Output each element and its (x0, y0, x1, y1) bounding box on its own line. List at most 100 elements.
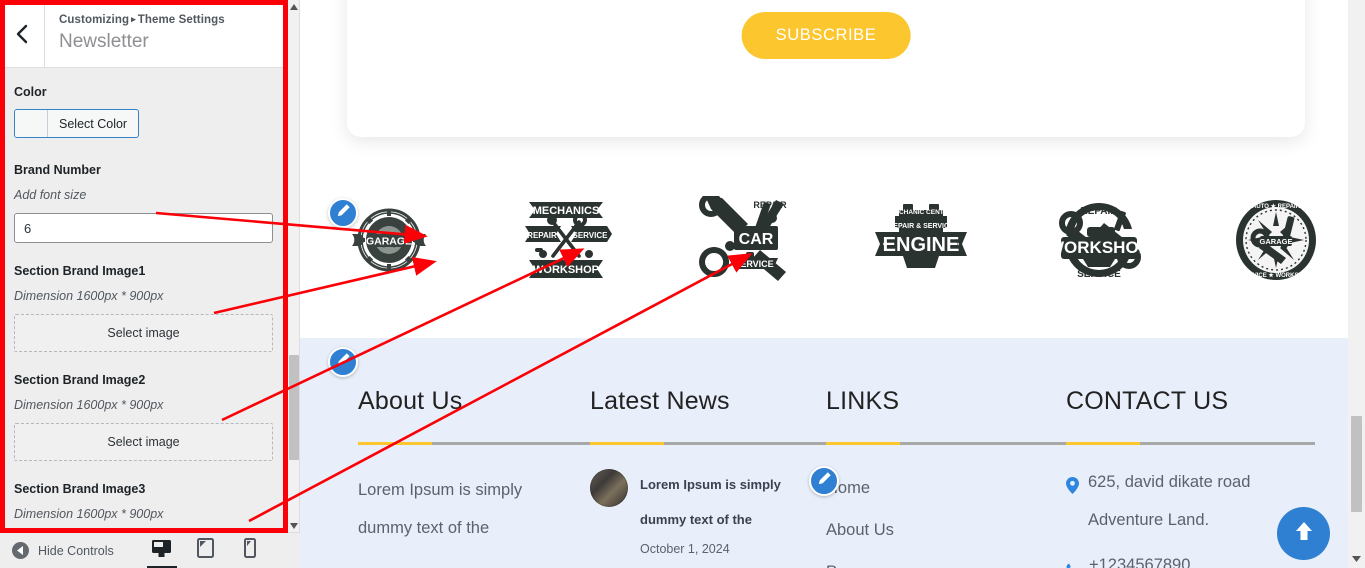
arrow-up-icon (1291, 518, 1317, 549)
control-description: Dimension 1600px * 900px (14, 398, 164, 412)
select-image-button-1[interactable]: Select image (14, 314, 273, 352)
footer-heading-underline (590, 442, 826, 445)
site-preview-frame: SUBSCRIBE GARAGE MECHANICS REPAIR SERVIC… (300, 0, 1365, 568)
svg-text:WORKSHOP: WORKSHOP (533, 264, 599, 276)
control-color: Color Select Color (14, 84, 274, 142)
svg-text:GARAGE: GARAGE (366, 236, 412, 248)
footer-column-links: LINKS Home About Us Pages (826, 386, 1066, 568)
back-button[interactable] (0, 0, 45, 68)
scroll-up-arrow-icon[interactable] (288, 0, 300, 13)
footer-heading-contact: CONTACT US (1066, 387, 1229, 415)
svg-text:MECHANICS: MECHANICS (533, 205, 600, 217)
device-mobile-button[interactable] (239, 538, 261, 564)
news-list-item[interactable]: Lorem Ipsum is simply dummy text of the … (590, 467, 826, 561)
edit-brands-section-button[interactable] (328, 198, 358, 228)
breadcrumb-current: Theme Settings (137, 14, 225, 26)
hide-controls-label: Hide Controls (38, 543, 114, 558)
news-title-line-2[interactable]: dummy text of the (640, 502, 800, 537)
footer-heading-underline (358, 442, 590, 445)
control-description: Dimension 1600px * 900px (14, 289, 164, 303)
edit-footer-section-button[interactable] (328, 347, 358, 377)
preview-scrollbar[interactable] (1348, 0, 1365, 568)
site-footer: About Us Lorem Ipsum is simply dummy tex… (300, 338, 1365, 568)
mobile-icon (243, 538, 256, 563)
svg-text:SERVICE: SERVICE (734, 259, 773, 269)
pencil-icon (336, 352, 351, 372)
news-body: Lorem Ipsum is simply dummy text of the … (640, 467, 800, 561)
device-desktop-button[interactable] (146, 538, 177, 568)
svg-text:MECHANIC CENTER: MECHANIC CENTER (889, 209, 953, 216)
customizer-header: Customizing ▸ Theme Settings Newsletter (0, 0, 288, 68)
svg-text:AUTO ★ REPAIR: AUTO ★ REPAIR (1252, 203, 1300, 210)
svg-text:CAR: CAR (738, 231, 773, 248)
brand-logo-4: REPAIR & SERVICE MECHANIC CENTER ENGINE (833, 190, 1011, 290)
garage-badge-logo: GARAGE (350, 204, 428, 276)
control-section-brand-image2: Section Brand Image2 Dimension 1600px * … (14, 372, 274, 461)
customizer-controls-list: Color Select Color Brand Number Add font… (0, 68, 288, 532)
sidebar-scrollbar[interactable] (287, 0, 299, 532)
svg-text:REPAIR & SERVICE: REPAIR & SERVICE (889, 223, 955, 230)
footer-heading-links: LINKS (826, 387, 900, 415)
news-title-line-1[interactable]: Lorem Ipsum is simply (640, 467, 800, 502)
footer-heading-underline (1066, 442, 1315, 445)
brand-logo-3: CAR SERVICE REPAIR (655, 190, 833, 290)
tablet-icon (197, 538, 215, 563)
svg-text:REPAIR: REPAIR (1080, 206, 1118, 217)
footer-link-about-us[interactable]: About Us (826, 509, 1066, 551)
preview-scroll-down-arrow-icon[interactable] (1348, 552, 1365, 566)
workshop-repair-service-logo: WORKSHOP REPAIR SERVICE (1051, 197, 1147, 283)
brand-logo-5: WORKSHOP REPAIR SERVICE (1010, 190, 1188, 290)
brand-logo-1: GARAGE (300, 190, 478, 290)
footer-links-list: Home About Us Pages (826, 467, 1066, 568)
preview-scrollbar-thumb[interactable] (1351, 416, 1362, 512)
control-label: Section Brand Image1 (14, 264, 146, 278)
svg-text:SERVICE ★ WORKSHOP: SERVICE ★ WORKSHOP (1241, 272, 1312, 279)
color-picker-button[interactable]: Select Color (14, 109, 140, 138)
engine-mechanic-center-logo: REPAIR & SERVICE MECHANIC CENTER ENGINE (873, 202, 969, 278)
breadcrumb: Customizing ▸ Theme Settings (59, 12, 225, 28)
brand-logo-6: GARAGE AUTO ★ REPAIR SERVICE ★ WORKSHOP (1188, 190, 1365, 290)
color-swatch[interactable] (15, 110, 48, 137)
brand-number-input[interactable] (14, 213, 273, 243)
collapse-arrow-icon (12, 542, 29, 559)
breadcrumb-separator-icon: ▸ (131, 14, 136, 24)
back-to-top-button[interactable] (1277, 507, 1330, 560)
desktop-icon (151, 539, 172, 563)
svg-text:WORKSHOP: WORKSHOP (1051, 238, 1147, 257)
footer-heading-underline (826, 442, 1066, 445)
car-repair-service-logo: CAR SERVICE REPAIR (698, 196, 790, 284)
subscribe-button[interactable]: SUBSCRIBE (741, 12, 911, 59)
scroll-down-arrow-icon[interactable] (288, 519, 300, 532)
customizer-titles: Customizing ▸ Theme Settings Newsletter (45, 12, 225, 55)
news-thumbnail (590, 469, 628, 507)
news-date: October 1, 2024 (640, 542, 730, 556)
select-image-button-2[interactable]: Select image (14, 423, 273, 461)
svg-text:SERVICE: SERVICE (573, 231, 609, 240)
control-section-brand-image1: Section Brand Image1 Dimension 1600px * … (14, 263, 274, 352)
contact-address-line-2: Adventure Land. (1088, 511, 1210, 529)
svg-text:REPAIR: REPAIR (527, 231, 557, 240)
edit-links-widget-button[interactable] (809, 466, 839, 496)
sidebar-scrollbar-thumb[interactable] (289, 355, 299, 460)
contact-address-line-1: 625, david dikate road (1088, 473, 1251, 491)
contact-address: 625, david dikate road (1066, 467, 1315, 505)
control-description: Dimension 1600px * 900px (14, 507, 164, 521)
footer-link-home[interactable]: Home (826, 467, 1066, 509)
footer-column-about: About Us Lorem Ipsum is simply dummy tex… (358, 386, 590, 568)
brand-logos-row: GARAGE MECHANICS REPAIR SERVICE WORKSHOP… (300, 190, 1365, 290)
footer-heading-latest-news: Latest News (590, 387, 730, 415)
footer-link-pages[interactable]: Pages (826, 551, 1066, 568)
control-label: Brand Number (14, 163, 101, 177)
svg-text:ENGINE: ENGINE (883, 234, 960, 256)
control-brand-number: Brand Number Add font size (14, 162, 274, 243)
footer-contact-block: 625, david dikate road Adventure Land. +… (1066, 467, 1315, 568)
footer-column-latest-news: Latest News Lorem Ipsum is simply dummy … (590, 386, 826, 568)
mechanics-repair-service-workshop-logo: MECHANICS REPAIR SERVICE WORKSHOP (519, 198, 613, 282)
brand-logo-2: MECHANICS REPAIR SERVICE WORKSHOP (478, 190, 656, 290)
customizer-screen: Customizing ▸ Theme Settings Newsletter Co… (0, 0, 1365, 568)
hide-controls-button[interactable]: Hide Controls (0, 542, 114, 559)
control-label: Section Brand Image2 (14, 373, 146, 387)
device-tablet-button[interactable] (195, 538, 217, 564)
contact-phone[interactable]: +1234567890 (1066, 550, 1315, 568)
select-color-label: Select Color (59, 116, 128, 131)
